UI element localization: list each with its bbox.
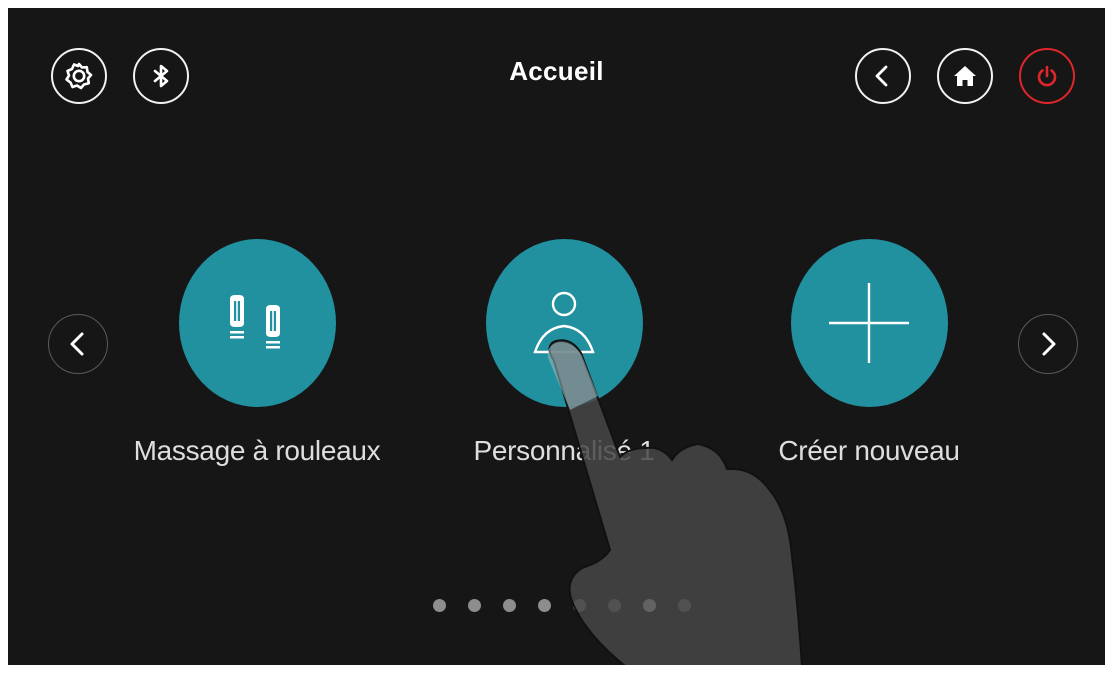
page-dot[interactable] — [643, 599, 656, 612]
program-tile-creer-nouveau[interactable]: Créer nouveau — [719, 239, 1019, 467]
program-disc — [790, 239, 948, 407]
program-tile-massage-rouleaux[interactable]: Massage à rouleaux — [107, 239, 407, 467]
chevron-right-icon — [1042, 332, 1056, 356]
rollers-icon — [230, 295, 280, 349]
screen: Accueil Massage à rouleaux Personnalisé … — [8, 8, 1105, 665]
page-dot[interactable] — [573, 599, 586, 612]
back-button[interactable] — [855, 48, 911, 104]
back-icon — [875, 65, 888, 87]
tile-label: Massage à rouleaux — [133, 435, 381, 466]
program-disc — [178, 239, 336, 407]
user-icon — [533, 291, 595, 354]
program-disc — [485, 239, 643, 407]
home-icon — [954, 66, 976, 86]
program-tile-personnalise-1[interactable]: Personnalisé 1 — [414, 239, 714, 467]
page-dot[interactable] — [468, 599, 481, 612]
page-dot[interactable] — [608, 599, 621, 612]
page-dot[interactable] — [433, 599, 446, 612]
home-button[interactable] — [937, 48, 993, 104]
pagination-dots — [433, 599, 691, 612]
chevron-left-icon — [70, 332, 84, 356]
page-dot[interactable] — [503, 599, 516, 612]
plus-icon — [829, 283, 909, 363]
carousel-prev-button[interactable] — [48, 314, 108, 374]
page-dot[interactable] — [538, 599, 551, 612]
page-dot[interactable] — [678, 599, 691, 612]
power-button[interactable] — [1019, 48, 1075, 104]
tile-label: Personnalisé 1 — [473, 435, 655, 466]
carousel-next-button[interactable] — [1018, 314, 1078, 374]
tile-label: Créer nouveau — [778, 435, 960, 466]
power-icon — [1037, 65, 1057, 87]
